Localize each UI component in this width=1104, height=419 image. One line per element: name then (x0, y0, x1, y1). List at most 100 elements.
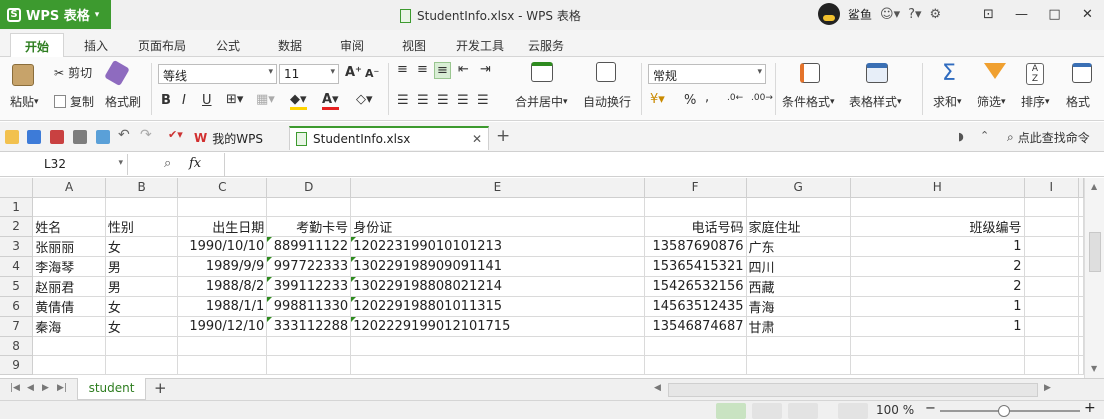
cell[interactable] (644, 355, 747, 375)
side-panel-icon[interactable]: ◗ (958, 130, 964, 143)
cut-button[interactable]: ✂ 剪切 (54, 64, 92, 81)
row-header[interactable]: 8 (0, 336, 34, 356)
cell[interactable] (746, 197, 851, 217)
redo-icon[interactable]: ↷ (140, 127, 154, 143)
column-header[interactable]: B (105, 178, 179, 198)
cell[interactable]: 李海琴 (32, 256, 106, 277)
cell[interactable] (1078, 236, 1084, 257)
column-header[interactable] (1078, 178, 1084, 198)
table-style-button[interactable]: 表格样式 ▾ (849, 93, 902, 110)
border-icon[interactable]: ⊞▾ (226, 92, 243, 107)
tab-view[interactable]: 视图 (402, 37, 426, 54)
cell[interactable]: 1990/12/10 (177, 316, 268, 337)
column-header[interactable]: G (746, 178, 851, 198)
close-tab-icon[interactable]: ✕ (472, 132, 482, 146)
cell[interactable] (1078, 197, 1084, 217)
cell[interactable]: 青海 (746, 296, 851, 317)
column-header[interactable]: H (850, 178, 1025, 198)
tab-cloud[interactable]: 云服务 (528, 37, 564, 54)
cell[interactable]: 1988/8/2 (177, 276, 268, 297)
row-header[interactable]: 9 (0, 355, 34, 375)
cell[interactable]: 广东 (746, 236, 851, 257)
scroll-thumb[interactable] (1089, 232, 1101, 272)
cell[interactable] (1078, 316, 1084, 337)
column-header[interactable]: F (644, 178, 747, 198)
cell[interactable]: 姓名 (32, 216, 106, 237)
format-painter-button[interactable]: 格式刷 (105, 93, 141, 110)
scroll-right-icon[interactable]: ▶ (1044, 383, 1051, 393)
cell[interactable]: 男 (105, 256, 179, 277)
column-header[interactable]: C (177, 178, 268, 198)
cell[interactable]: 男 (105, 276, 179, 297)
cell[interactable]: 13546874687 (644, 316, 747, 337)
tab-review[interactable]: 审阅 (340, 37, 364, 54)
column-header[interactable]: E (350, 178, 645, 198)
number-format-select[interactable]: 常规 (648, 64, 766, 84)
row-header[interactable]: 3 (0, 236, 34, 257)
zoom-in-button[interactable]: + (1084, 400, 1096, 416)
name-box[interactable]: L32 (0, 154, 128, 175)
cell[interactable]: 15365415321 (644, 256, 747, 277)
next-sheet-icon[interactable]: ▶ (42, 383, 49, 393)
undo-icon[interactable]: ↶ (118, 127, 132, 143)
merge-center-button[interactable]: 合并居中 ▾ (515, 93, 568, 110)
font-size-select[interactable]: 11 (279, 64, 339, 84)
sort-icon[interactable]: AZ (1026, 63, 1044, 85)
cell[interactable] (1078, 216, 1084, 237)
cell[interactable] (105, 197, 179, 217)
font-color-icon[interactable]: A▾ (322, 92, 339, 110)
cell[interactable]: 身份证 (350, 216, 645, 237)
save-icon[interactable] (27, 130, 41, 144)
cell[interactable] (1024, 355, 1079, 375)
cell[interactable] (177, 197, 268, 217)
select-all-corner[interactable] (0, 178, 34, 198)
cell[interactable]: 130229198909091141 (350, 256, 645, 277)
normal-view-icon[interactable] (716, 403, 746, 419)
last-sheet-icon[interactable]: ▶| (57, 383, 67, 393)
minimize-icon[interactable]: — (1005, 0, 1038, 29)
scroll-left-icon[interactable]: ◀ (654, 383, 661, 393)
help-icon[interactable]: ?▾ (908, 7, 921, 22)
reading-mode-icon[interactable] (788, 403, 818, 419)
indent-increase-icon[interactable]: ⇥ (480, 62, 491, 77)
cell[interactable] (1078, 296, 1084, 317)
cell[interactable]: 出生日期 (177, 216, 268, 237)
cell[interactable]: 1 (850, 316, 1025, 337)
cell[interactable] (1024, 256, 1079, 277)
command-search[interactable]: ⌕ 点此查找命令 (1007, 129, 1090, 146)
cell[interactable] (644, 336, 747, 356)
cell[interactable]: 电话号码 (644, 216, 747, 237)
settings-icon[interactable]: ⚙ (930, 7, 942, 22)
tab-my-wps[interactable]: W 我的WPS (188, 126, 269, 150)
increase-decimal-icon[interactable]: .0← (727, 93, 743, 103)
cell[interactable]: 399112233 (266, 276, 352, 297)
zoom-slider[interactable] (940, 410, 1080, 412)
format-button[interactable]: 格式 (1066, 93, 1090, 110)
table-style-icon[interactable] (866, 63, 888, 83)
scroll-up-icon[interactable]: ▲ (1091, 182, 1097, 191)
format-painter-icon[interactable] (104, 59, 130, 87)
sheet-tab-student[interactable]: student (77, 378, 146, 400)
cell[interactable] (350, 355, 645, 375)
cell[interactable] (32, 336, 106, 356)
cell[interactable] (1078, 256, 1084, 277)
cell[interactable]: 1990/10/10 (177, 236, 268, 257)
cell[interactable]: 120229198801011315 (350, 296, 645, 317)
cell[interactable]: 女 (105, 236, 179, 257)
tab-insert[interactable]: 插入 (84, 37, 108, 54)
currency-icon[interactable]: ¥▾ (650, 92, 665, 107)
clear-format-icon[interactable]: ◇▾ (356, 92, 373, 107)
cell[interactable] (266, 197, 352, 217)
cell[interactable] (1078, 336, 1084, 356)
tab-studentinfo[interactable]: StudentInfo.xlsx ✕ (289, 126, 489, 150)
user-name[interactable]: 鲨鱼 (848, 6, 872, 23)
row-header[interactable]: 6 (0, 296, 34, 317)
percent-button[interactable]: % (684, 93, 696, 108)
sum-icon[interactable]: Σ (942, 61, 956, 86)
tab-formulas[interactable]: 公式 (216, 37, 240, 54)
cell[interactable] (177, 355, 268, 375)
cell[interactable] (350, 197, 645, 217)
align-center-icon[interactable]: ☰ (417, 93, 429, 108)
close-icon[interactable]: ✕ (1071, 0, 1104, 29)
distribute-icon[interactable]: ☰ (477, 93, 489, 108)
